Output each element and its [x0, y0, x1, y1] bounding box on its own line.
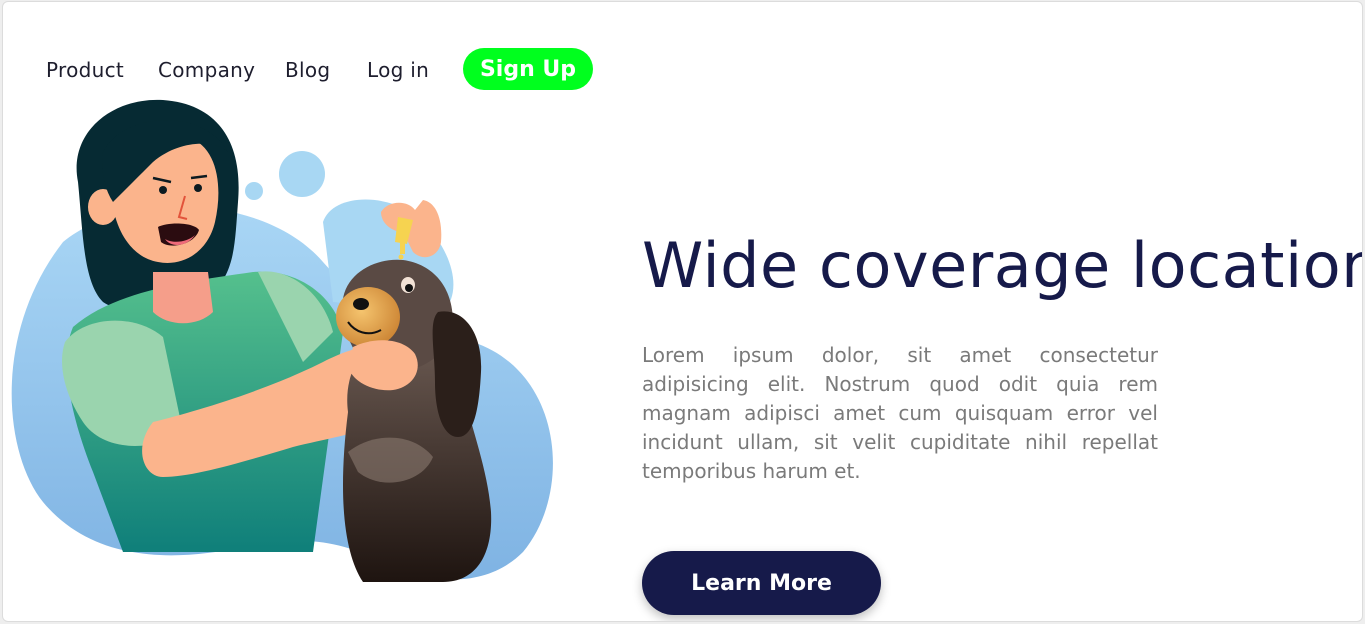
woman-eye-left [159, 186, 167, 194]
woman-neck [153, 272, 213, 324]
woman-eye-right [194, 184, 202, 192]
nav-link-company[interactable]: Company [158, 58, 255, 82]
nav-link-login[interactable]: Log in [367, 58, 429, 82]
learn-more-button[interactable]: Learn More [642, 551, 881, 615]
hero-body-text: Lorem ipsum dolor, sit amet consectetur … [642, 343, 1158, 483]
nav-link-product[interactable]: Product [46, 58, 124, 82]
page-card: Product Company Blog Log in Sign Up Wide… [2, 1, 1363, 622]
hero-title: Wide coverage location [642, 229, 1363, 302]
signup-button[interactable]: Sign Up [463, 48, 593, 90]
dog-muzzle [336, 287, 400, 347]
nav-link-blog[interactable]: Blog [285, 58, 330, 82]
bubble-small [245, 182, 263, 200]
bubble-large [279, 151, 325, 197]
hero-illustration [11, 99, 553, 582]
